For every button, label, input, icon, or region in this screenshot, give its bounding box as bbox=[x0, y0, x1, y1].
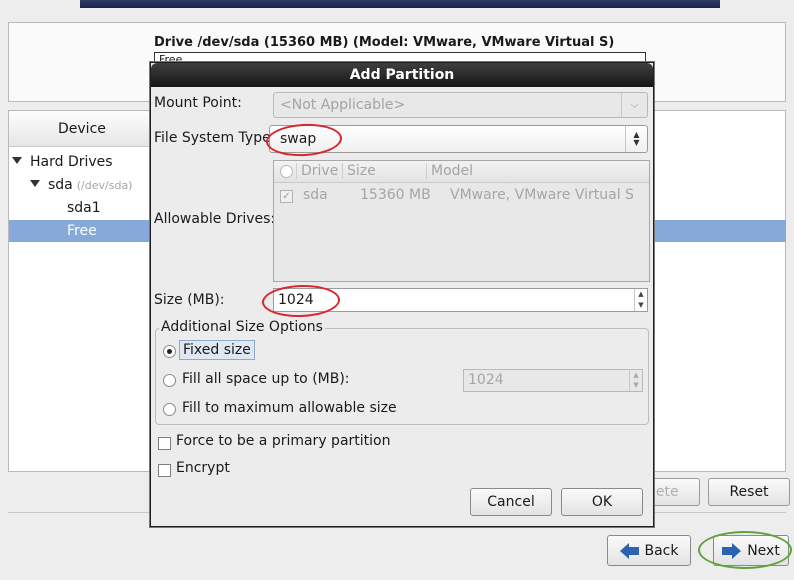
drive-checkbox[interactable]: ✓ bbox=[280, 190, 293, 203]
fill-upto-label[interactable]: Fill all space up to (MB): bbox=[182, 371, 350, 387]
fixed-size-label[interactable]: Fixed size bbox=[179, 340, 255, 360]
expander-down-icon[interactable] bbox=[30, 179, 40, 187]
column-device-label: Device bbox=[58, 121, 106, 137]
fixed-size-radio[interactable] bbox=[163, 345, 176, 358]
fs-type-label: File System Type: bbox=[154, 130, 276, 146]
allowable-drives-label: Allowable Drives: bbox=[154, 211, 276, 227]
mount-point-combo[interactable]: <Not Applicable> ⌵ bbox=[273, 92, 648, 118]
fill-max-label[interactable]: Fill to maximum allowable size bbox=[182, 400, 397, 416]
back-button-label: Back bbox=[644, 542, 679, 559]
mount-point-label: Mount Point: bbox=[154, 95, 242, 111]
force-primary-label[interactable]: Force to be a primary partition bbox=[176, 433, 390, 449]
encrypt-label[interactable]: Encrypt bbox=[176, 460, 230, 476]
fill-upto-radio[interactable] bbox=[163, 374, 176, 387]
spin-arrows-icon[interactable]: ▲ ▼ bbox=[629, 370, 642, 391]
tree-item-label: Hard Drives bbox=[30, 154, 113, 170]
updown-arrows-icon: ▲ ▼ bbox=[625, 126, 647, 152]
chevron-down-icon: ⌵ bbox=[621, 93, 647, 117]
tree-item-sda1[interactable]: sda1 bbox=[67, 197, 101, 219]
drive-model: VMware, VMware Virtual S bbox=[450, 187, 634, 203]
next-highlight-ring bbox=[698, 531, 792, 569]
col-model[interactable]: Model bbox=[426, 163, 473, 179]
header-select-icon bbox=[280, 165, 293, 178]
dialog-title: Add Partition bbox=[151, 63, 653, 87]
fill-upto-spinbox[interactable]: 1024 ▲ ▼ bbox=[463, 369, 643, 392]
reset-button[interactable]: Reset bbox=[708, 478, 790, 506]
spin-arrows-icon[interactable]: ▲ ▼ bbox=[634, 289, 647, 311]
encrypt-checkbox[interactable] bbox=[158, 464, 171, 477]
col-drive[interactable]: Drive bbox=[296, 163, 338, 179]
additional-size-label: Additional Size Options bbox=[159, 319, 325, 335]
top-banner bbox=[80, 0, 720, 8]
table-row[interactable]: ✓ sda 15360 MB VMware, VMware Virtual S bbox=[274, 187, 649, 207]
back-button[interactable]: Back bbox=[607, 535, 691, 566]
size-label: Size (MB): bbox=[154, 292, 225, 308]
expander-down-icon[interactable] bbox=[12, 156, 22, 164]
drive-size: 15360 MB bbox=[360, 187, 431, 203]
tree-item-label: sda bbox=[48, 177, 73, 193]
drive-title: Drive /dev/sda (15360 MB) (Model: VMware… bbox=[154, 35, 615, 50]
ok-button[interactable]: OK bbox=[561, 488, 643, 516]
arrow-left-icon bbox=[619, 542, 639, 559]
tree-item-sda[interactable]: sda (/dev/sda) bbox=[30, 174, 132, 196]
force-primary-checkbox[interactable] bbox=[158, 437, 171, 450]
drives-list-header: Drive Size Model bbox=[274, 161, 649, 183]
tree-item-path: (/dev/sda) bbox=[76, 179, 133, 192]
tree-item-hard-drives[interactable]: Hard Drives bbox=[12, 151, 113, 173]
drive-name: sda bbox=[303, 187, 328, 203]
cancel-button[interactable]: Cancel bbox=[470, 488, 552, 516]
col-size[interactable]: Size bbox=[342, 163, 376, 179]
mount-point-value: <Not Applicable> bbox=[280, 97, 406, 113]
fill-upto-value: 1024 bbox=[468, 372, 504, 388]
fill-max-radio[interactable] bbox=[163, 403, 176, 416]
